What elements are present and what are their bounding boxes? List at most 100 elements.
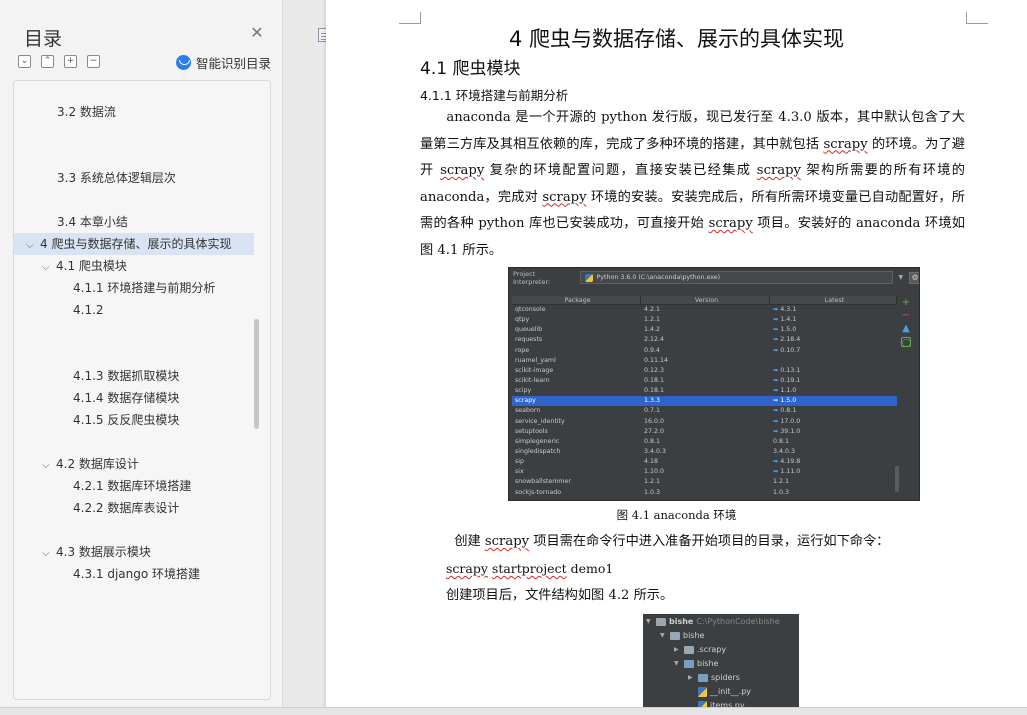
folder-icon	[684, 646, 694, 654]
latest-version: 1.5.0	[780, 326, 797, 334]
package-name: scipy	[515, 387, 532, 395]
table-row: scipy 0.18.1 ➡ 1.1.0	[512, 386, 897, 396]
package-latest: ➡ 0.10.7	[770, 346, 897, 356]
latest-version: 17.0.0	[780, 417, 801, 425]
toc-item[interactable]: 4.1.5 反反爬虫模块	[14, 409, 254, 431]
smart-toc-button[interactable]: 智能识别目录	[176, 53, 271, 72]
dropdown-arrow-icon: ▼	[898, 274, 904, 281]
toc-item[interactable]: 3.2 数据流	[14, 101, 254, 123]
toc-title: 目录	[24, 28, 63, 50]
package-version: 27.2.0	[644, 427, 665, 435]
latest-version: 4.19.8	[780, 458, 801, 466]
gear-icon: ⚙	[909, 271, 919, 284]
text-run: demo1	[566, 561, 614, 576]
table-row: qtconsole 4.2.1 ➡ 4.3.1	[512, 305, 897, 315]
toc-item[interactable]: 4.1.2	[14, 299, 254, 321]
upgrade-arrow-icon: ➡	[773, 427, 779, 435]
column-header: Package	[512, 296, 641, 304]
tree-item: ▶ spiders	[688, 671, 740, 685]
collapse-arrow-icon: ▶	[688, 674, 693, 681]
table-row: scrapy 1.3.3 ➡ 1.5.0	[512, 396, 897, 407]
table-row: sip 4.18 ➡ 4.19.8	[512, 457, 897, 467]
table-row: qtpy 1.2.1 ➡ 1.4.1	[512, 315, 897, 325]
interpreter-bar: Project Interpreter: Python 3.6.0 (C:\an…	[509, 268, 919, 287]
spellcheck-word: scrapy	[542, 189, 587, 205]
package-version: 0.12.3	[644, 366, 665, 374]
table-header: Package Version Latest	[512, 296, 897, 305]
tree-item: __init__.py	[688, 685, 751, 699]
toc-list: 3.2 数据流 3.3 系统总体逻辑层次 3.4 本章小结 ⌵ 4 爬虫与数据存储…	[13, 80, 271, 700]
document-page[interactable]: 4 爬虫与数据存储、展示的具体实现 4.1 爬虫模块 4.1.1 环境搭建与前期…	[326, 0, 1027, 715]
table-row: scikit-learn 0.18.1 ➡ 0.19.1	[512, 376, 897, 386]
latest-version: 1.5.0	[780, 397, 797, 405]
collapse-all-icon[interactable]: ⌄	[18, 55, 31, 68]
upgrade-arrow-icon: ➡	[773, 316, 779, 324]
toc-item[interactable]: 3.4 本章小结	[14, 211, 254, 233]
body-paragraph: anaconda 是一个开源的 python 发行版，现已发行至 4.3.0 版…	[420, 105, 965, 264]
body-paragraph: 创建 scrapy 项目需在命令行中进入准备开始项目的目录，运行如下命令：	[420, 529, 965, 555]
text-run: 复杂的环境配置问题，直接安装已经集成	[484, 163, 757, 178]
status-bar	[0, 707, 1027, 715]
table-scrollbar	[895, 466, 899, 492]
folder-icon	[684, 660, 694, 668]
toc-item[interactable]: 4.2.1 数据库环境搭建	[14, 475, 254, 497]
toc-item[interactable]: 4.1.4 数据存储模块	[14, 387, 254, 409]
chevron-down-icon[interactable]: ⌵	[42, 257, 56, 277]
toc-item[interactable]: ⌵ 4.2 数据库设计	[14, 453, 254, 475]
close-icon[interactable]: ✕	[250, 25, 264, 41]
package-name: setuptools	[515, 427, 548, 435]
package-version: 4.2.1	[644, 306, 661, 313]
latest-version: 1.1.0	[780, 387, 797, 395]
latest-version: 3.4.0.3	[773, 447, 796, 455]
tree-item-name: __init__.py	[710, 687, 752, 696]
chevron-down-icon[interactable]: ⌵	[42, 543, 56, 563]
toc-item[interactable]: 4.2.2 数据库表设计	[14, 497, 254, 519]
table-row: requests 2.12.4 ➡ 2.18.4	[512, 335, 897, 345]
package-version: 1.2.1	[644, 478, 661, 486]
package-version: 0.18.1	[644, 376, 665, 384]
package-version: 0.8.1	[644, 437, 661, 445]
package-name: qtpy	[515, 316, 530, 324]
expand-arrow-icon: ▼	[674, 660, 679, 667]
add-heading-icon[interactable]: +	[64, 55, 77, 68]
latest-version: 0.8.1	[780, 407, 797, 415]
toc-item[interactable]: ⌵ 4.3 数据展示模块	[14, 541, 254, 563]
upgrade-arrow-icon: ➡	[773, 346, 779, 354]
latest-version: 39.1.0	[780, 427, 801, 435]
toc-scrollbar[interactable]	[254, 319, 259, 429]
folder-icon	[698, 674, 708, 682]
command-line: scrapy startproject demo1	[446, 561, 613, 576]
body-paragraph: 创建项目后，文件结构如图 4.2 所示。	[446, 588, 674, 603]
toc-item[interactable]: 4.3.1 django 环境搭建	[14, 563, 254, 585]
package-version: 1.0.3	[644, 488, 661, 496]
latest-version: 0.19.1	[780, 376, 801, 384]
toc-item[interactable]: 4.1.1 环境搭建与前期分析	[14, 277, 254, 299]
latest-version: 0.10.7	[780, 346, 801, 354]
spellcheck-word: scrapy	[756, 163, 802, 178]
spellcheck-word: scrapy	[708, 216, 753, 231]
toc-item[interactable]: ⌵ 4.1 爬虫模块	[14, 255, 254, 277]
package-latest: ➡ 17.0.0	[770, 417, 897, 427]
latest-version: 4.3.1	[780, 306, 797, 313]
tree-item-name: spiders	[711, 673, 740, 682]
folder-icon	[670, 632, 680, 640]
chapter-title: 4 爬虫与数据存储、展示的具体实现	[508, 27, 845, 51]
toc-item[interactable]: 4.1.3 数据抓取模块	[14, 365, 254, 387]
toc-item-active[interactable]: ⌵ 4 爬虫与数据存储、展示的具体实现	[14, 233, 254, 255]
package-name: service_identity	[515, 417, 565, 425]
package-name: scrapy	[515, 397, 536, 405]
column-header: Version	[641, 296, 770, 304]
toc-item[interactable]: 3.3 系统总体逻辑层次	[14, 167, 254, 189]
package-table: Package Version Latest qtconsole 4.2.1 ➡ 4.…	[512, 296, 897, 498]
chevron-down-icon[interactable]: ⌵	[26, 235, 40, 255]
latest-version: 0.8.1	[773, 437, 790, 445]
package-version: 0.18.1	[644, 387, 665, 395]
collapse-arrow-icon: ▶	[674, 646, 679, 653]
chevron-down-icon[interactable]: ⌵	[42, 455, 56, 475]
remove-heading-icon[interactable]: −	[87, 55, 100, 68]
latest-version: 2.18.4	[780, 336, 801, 344]
package-version: 1.3.3	[644, 397, 661, 405]
expand-up-icon[interactable]: ⌃	[41, 55, 54, 68]
figure-caption: 图 4.1 anaconda 环境	[616, 508, 737, 522]
latest-version: 1.4.1	[780, 316, 797, 324]
